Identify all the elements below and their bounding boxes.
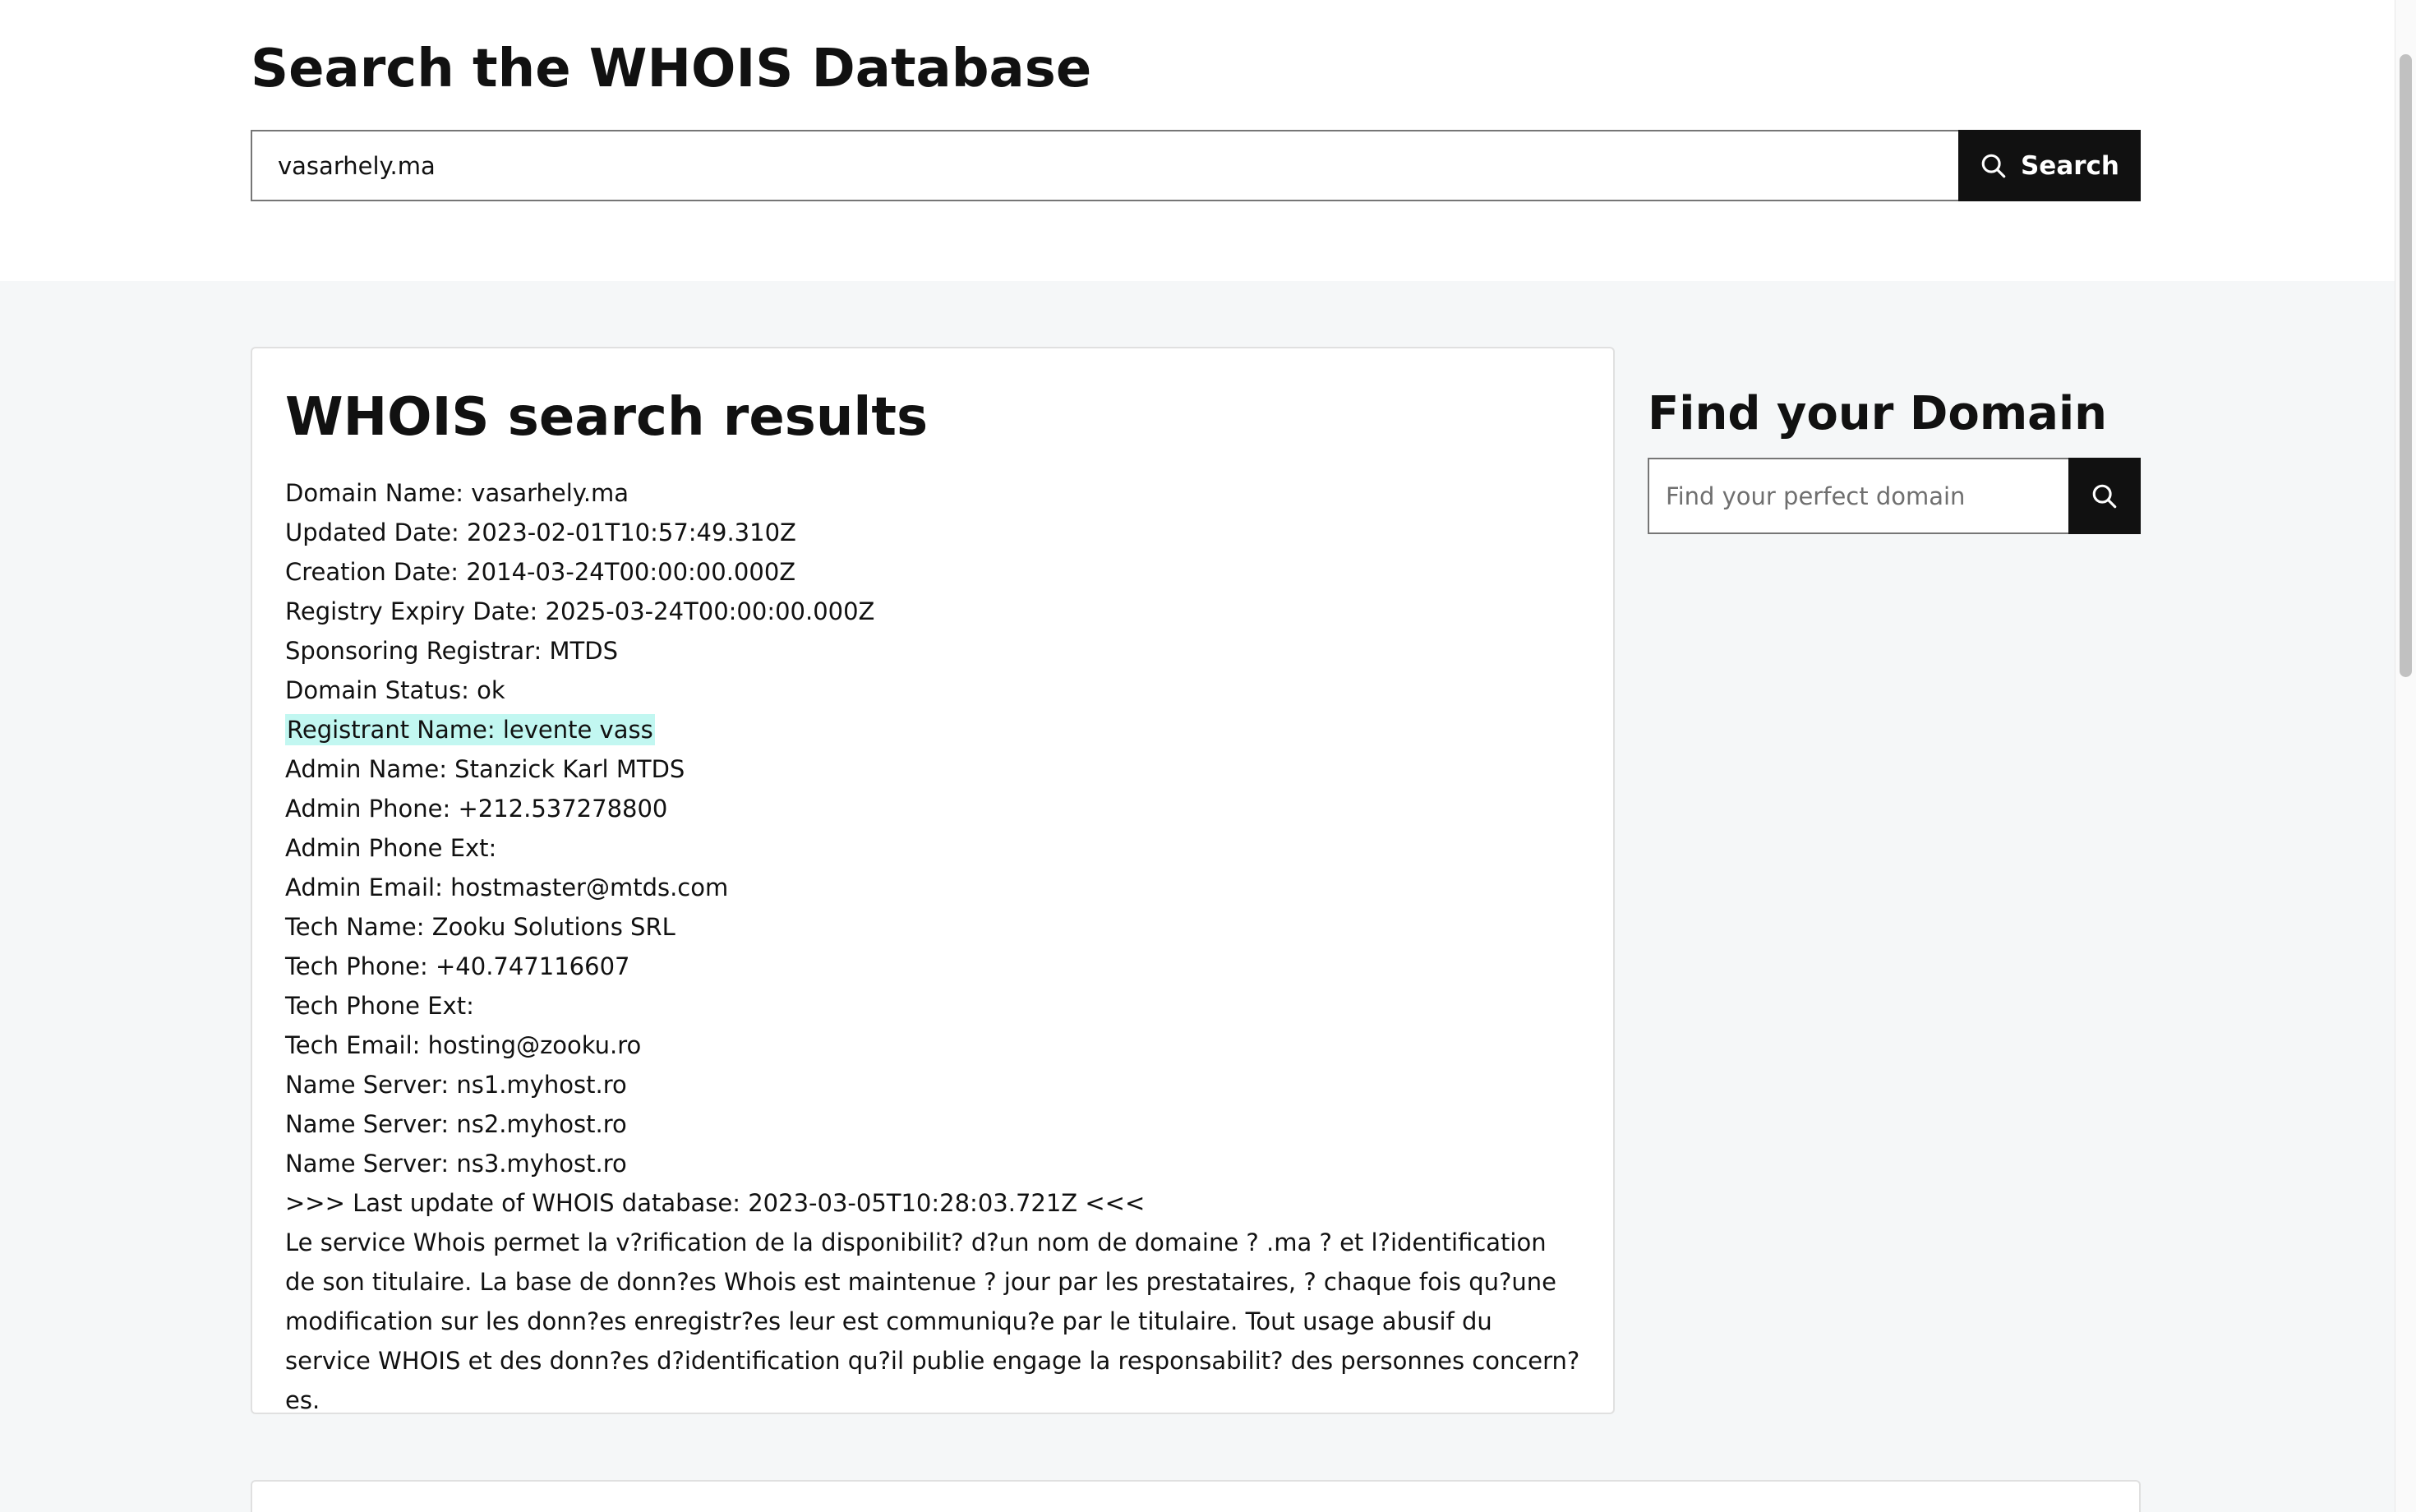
whois-line: >>> Last update of WHOIS database: 2023-… (285, 1189, 1146, 1217)
whois-line: Registry Expiry Date: 2025-03-24T00:00:0… (285, 597, 875, 625)
whois-line: Sponsoring Registrar: MTDS (285, 637, 618, 665)
next-section-card (251, 1480, 2141, 1512)
search-header: Search the WHOIS Database Search (0, 0, 2395, 281)
whois-line: Admin Phone Ext: (285, 834, 497, 862)
whois-line: Domain Status: ok (285, 676, 505, 704)
search-icon (2092, 484, 2117, 508)
find-domain-input[interactable] (1648, 458, 2068, 534)
find-domain-title: Find your Domain (1648, 387, 2108, 440)
page-title: Search the WHOIS Database (251, 39, 1092, 99)
whois-line: Updated Date: 2023-02-01T10:57:49.310Z (285, 519, 796, 546)
whois-notice: Le service Whois permet la v?rification … (285, 1228, 1580, 1414)
whois-search-input[interactable] (251, 130, 1958, 201)
search-button-label: Search (2020, 150, 2119, 181)
whois-line: Tech Phone Ext: (285, 992, 474, 1020)
search-icon (1981, 154, 2006, 177)
whois-line: Tech Name: Zooku Solutions SRL (285, 913, 675, 941)
whois-line: Creation Date: 2014-03-24T00:00:00.000Z (285, 558, 796, 586)
whois-line: Name Server: ns2.myhost.ro (285, 1110, 627, 1138)
whois-line: Admin Name: Stanzick Karl MTDS (285, 755, 685, 783)
whois-line: Admin Phone: +212.537278800 (285, 795, 668, 823)
whois-line: Tech Email: hosting@zooku.ro (285, 1031, 642, 1059)
whois-results-card: WHOIS search results Domain Name: vasarh… (251, 347, 1615, 1414)
whois-line: Admin Email: hostmaster@mtds.com (285, 874, 729, 901)
registrant-name: Registrant Name: levente vass (285, 714, 655, 745)
whois-line: Domain Name: vasarhely.ma (285, 479, 629, 507)
whois-line: Tech Phone: +40.747116607 (285, 952, 630, 980)
whois-line: Name Server: ns3.myhost.ro (285, 1150, 627, 1178)
page: Search the WHOIS Database Search WHOIS s… (0, 0, 2416, 1512)
scrollbar-thumb[interactable] (2400, 54, 2412, 677)
whois-line-highlighted: Registrant Name: levente vass (285, 710, 1600, 749)
whois-line: Name Server: ns1.myhost.ro (285, 1071, 627, 1099)
search-button[interactable]: Search (1958, 130, 2141, 201)
page-scrollbar[interactable] (2395, 0, 2416, 1512)
find-domain-button[interactable] (2068, 458, 2141, 534)
results-title: WHOIS search results (285, 387, 929, 448)
whois-record: Domain Name: vasarhely.ma Updated Date: … (285, 473, 1600, 1420)
